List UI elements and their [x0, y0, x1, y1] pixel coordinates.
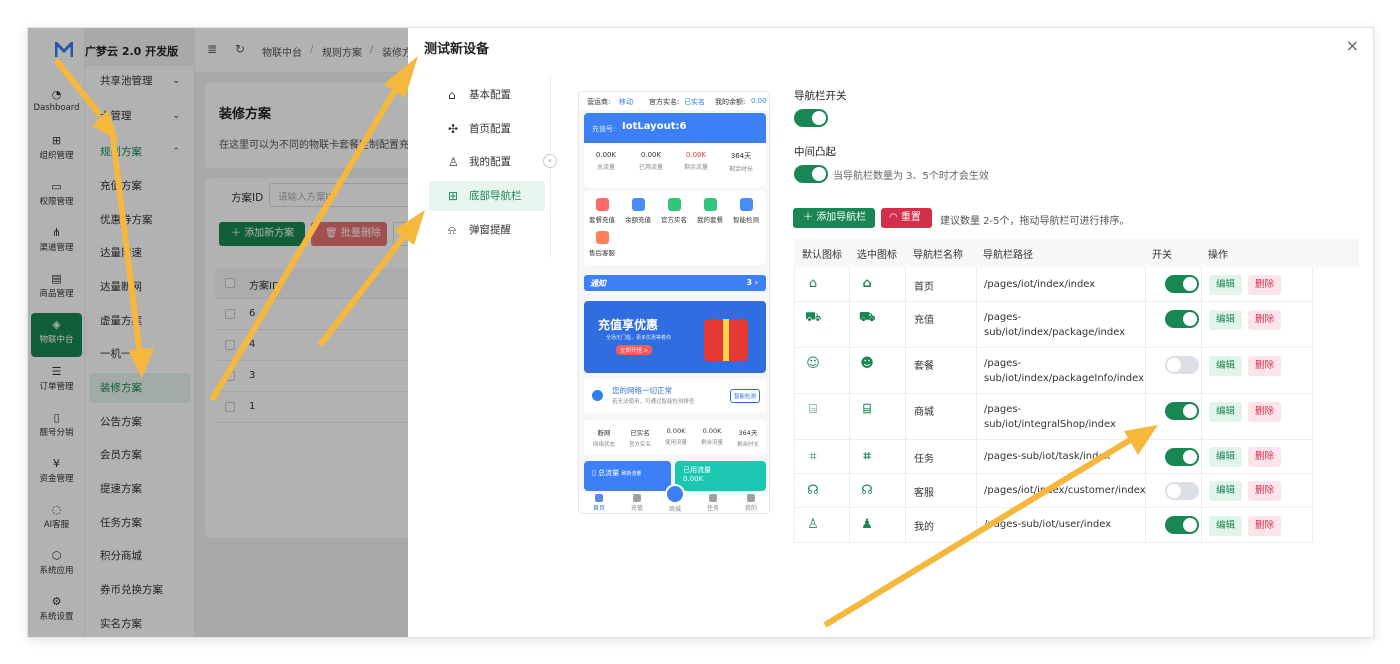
check-icon — [592, 390, 603, 401]
user-icon: ♙ — [807, 517, 819, 532]
row-toggle[interactable] — [1165, 356, 1199, 374]
nav-row[interactable]: ♙ ♟ 我的 /pages-sub/iot/user/index 编辑 删除 — [794, 508, 1313, 543]
phone-used-flow: 已用流量 0.00K — [675, 461, 766, 491]
alarm-icon: ⍾ — [448, 223, 456, 237]
edit-button[interactable]: 编辑 — [1209, 310, 1243, 330]
nav-home-config[interactable]: ✣ 首页配置 — [429, 114, 545, 144]
phone-shortcuts: 套餐充值 余额充值 官方实名 我的套餐 智能检测 售后客服 — [584, 191, 766, 265]
smile-icon: ☺ — [806, 356, 820, 371]
user-icon: ♟ — [861, 517, 873, 532]
app-window: ◔ Dashboard ⊞ 组织管理 ▭ 权限管理 ⋔ 渠道管理 ▤ 商品管理 ◈ 物联中台… — [27, 27, 1374, 638]
drawer-mask[interactable] — [28, 28, 408, 637]
nav-row[interactable]: ☊ ☊ 客服 /pages/iot/index/customer/index 编… — [794, 474, 1313, 508]
nav-switch-label: 导航栏开关 — [794, 90, 847, 102]
home-icon: ⌂ — [448, 88, 456, 102]
row-toggle[interactable] — [1165, 310, 1199, 328]
collapse-icon[interactable]: ‹ — [543, 154, 557, 168]
delete-button[interactable]: 删除 — [1248, 310, 1282, 330]
nav-bottom-bar[interactable]: ⊞ 底部导航栏 — [429, 181, 545, 211]
nav-row[interactable]: ⌗ ⌗ 任务 /pages-sub/iot/task/index 编辑 删除 — [794, 440, 1313, 474]
delete-button[interactable]: 删除 — [1248, 516, 1282, 536]
center-raise-hint: 当导航栏数量为 3、5个时才会生效 — [833, 171, 989, 182]
nav-my-config[interactable]: ♙ 我的配置 — [429, 147, 545, 177]
headset-icon: ☊ — [861, 483, 873, 498]
row-toggle[interactable] — [1165, 482, 1199, 500]
nav-switch[interactable] — [794, 109, 828, 127]
nav-popup[interactable]: ⍾ 弹窗提醒 — [429, 215, 545, 245]
shop-icon: ⌸ — [809, 402, 817, 417]
nav-suggestion: 建议数量 2-5个，拖动导航栏可进行排序。 — [940, 216, 1130, 227]
tag-icon: ⌗ — [863, 449, 871, 464]
phone-center-button — [665, 484, 685, 504]
phone-status-row: 营运商: 移动 官方实名: 已实名 我的余额: 0.00 — [579, 92, 769, 110]
delete-button[interactable]: 删除 — [1248, 402, 1282, 422]
edit-button[interactable]: 编辑 — [1209, 447, 1243, 467]
phone-network: 您的网络一切正常 若无法使用，可通过智能检测排查 智能检测 — [584, 379, 766, 413]
row-toggle[interactable] — [1165, 275, 1199, 293]
phone-preview: 营运商: 移动 官方实名: 已实名 我的余额: 0.00 充值号: IotLay… — [578, 91, 770, 514]
edit-button[interactable]: 编辑 — [1209, 356, 1243, 376]
edit-button[interactable]: 编辑 — [1209, 481, 1243, 501]
nav-table-header: 默认图标 选中图标 导航栏名称 导航栏路径 开关 操作 — [794, 238, 1359, 267]
phone-total-flow: ▯ 总流量 刷新流量 — [584, 461, 671, 491]
center-raise-switch[interactable] — [794, 165, 828, 183]
user-icon: ♙ — [448, 155, 459, 169]
edit-button[interactable]: 编辑 — [1209, 516, 1243, 536]
grid-icon: ⊞ — [448, 189, 459, 203]
nav-basic[interactable]: ⌂ 基本配置 — [429, 80, 545, 110]
delete-button[interactable]: 删除 — [1248, 356, 1282, 376]
row-toggle[interactable] — [1165, 448, 1199, 466]
cart-icon: ⛟ — [805, 310, 822, 325]
headset-icon: ☊ — [807, 483, 819, 498]
center-raise-label: 中间凸起 — [794, 146, 836, 158]
smile-icon: ☻ — [860, 356, 874, 371]
gift-icon — [704, 319, 748, 361]
cart-icon: ⛟ — [859, 310, 876, 325]
nav-row[interactable]: ⌂ ⌂ 首页 /pages/iot/index/index 编辑 删除 — [794, 267, 1313, 302]
puzzle-icon: ✣ — [448, 122, 459, 136]
drawer: 测试新设备 × ⌂ 基本配置 ✣ 首页配置 ♙ 我的配置 ⊞ 底部导航栏 ⍾ 弹窗提醒 ‹… — [408, 28, 1373, 637]
shop-icon: ⌸ — [863, 402, 871, 417]
nav-row[interactable]: ⛟ ⛟ 充值 /pages-sub/iot/index/package/inde… — [794, 302, 1313, 348]
edit-button[interactable]: 编辑 — [1209, 402, 1243, 422]
reset-button[interactable]: ◠ 重置 — [881, 208, 932, 228]
home-icon: ⌂ — [862, 276, 872, 291]
row-toggle[interactable] — [1165, 516, 1199, 534]
delete-button[interactable]: 删除 — [1248, 275, 1282, 295]
close-icon[interactable]: × — [1346, 36, 1359, 55]
home-icon: ⌂ — [808, 276, 818, 291]
drawer-title: 测试新设备 — [424, 42, 490, 57]
phone-summary: 断网 网络状态 已实名 官方实名 0.00K 使用流量 0.00K 剩余流量 364天剩… — [584, 420, 766, 455]
delete-button[interactable]: 删除 — [1248, 447, 1282, 467]
edit-button[interactable]: 编辑 — [1209, 275, 1243, 295]
nav-row[interactable]: ☺ ☻ 套餐 /pages-sub/iot/index/packageInfo/… — [794, 348, 1313, 394]
add-nav-button[interactable]: ＋ 添加导航栏 — [793, 208, 875, 228]
delete-button[interactable]: 删除 — [1248, 481, 1282, 501]
phone-notice: 通知 3 › — [584, 275, 766, 291]
phone-card: 充值号: IotLayout:6 0.00K 总流量 0.00K 已用流量 0.00… — [584, 113, 766, 187]
tag-icon: ⌗ — [809, 449, 817, 464]
row-toggle[interactable] — [1165, 402, 1199, 420]
nav-row[interactable]: ⌸ ⌸ 商城 /pages-sub/iot/integralShop/index… — [794, 394, 1313, 440]
phone-banner: 充值享优惠 全场无门槛，更多优惠等着你 立即开抢 > — [584, 301, 766, 373]
